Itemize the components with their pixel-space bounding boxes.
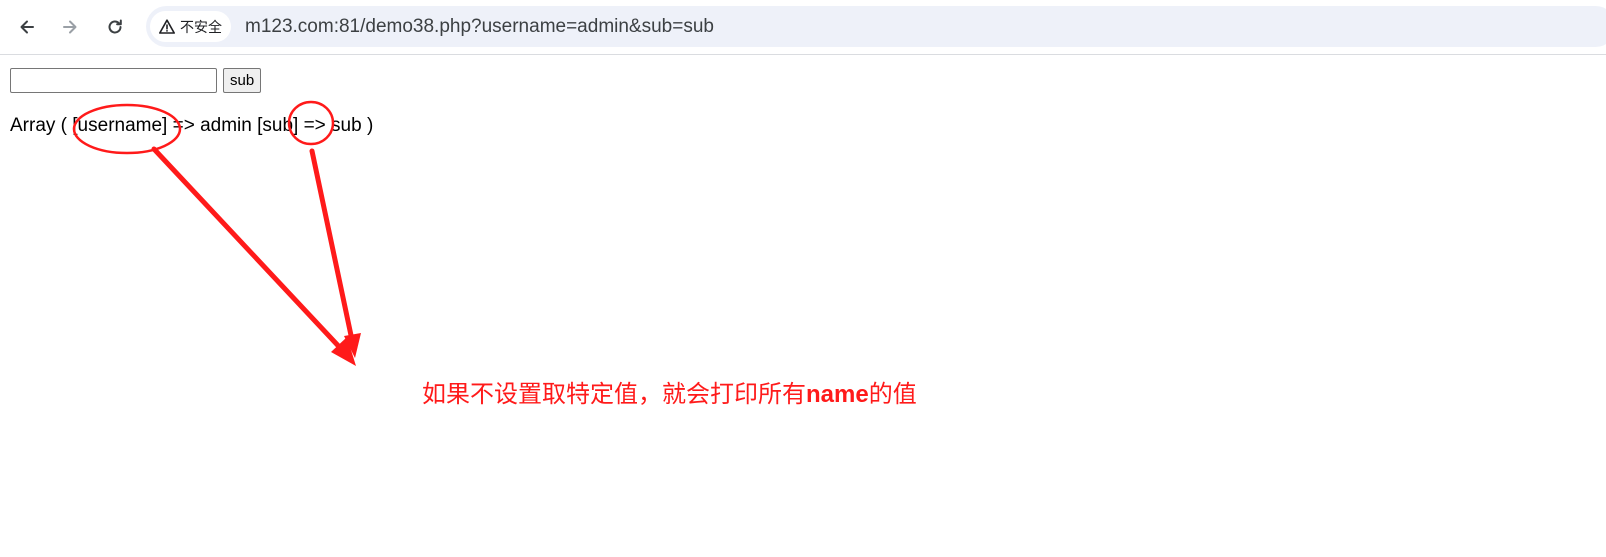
form: sub: [10, 68, 262, 93]
arrow-left-icon: [20, 20, 34, 34]
annotation-note-bold: name: [806, 381, 869, 408]
url-text[interactable]: m123.com:81/demo38.php?username=admin&su…: [245, 16, 714, 38]
security-chip[interactable]: 不安全: [150, 11, 231, 42]
forward-button[interactable]: [52, 9, 88, 45]
annotation-note: 如果不设置取特定值，就会打印所有name的值: [422, 374, 917, 409]
reload-icon: [108, 19, 122, 34]
back-button[interactable]: [9, 9, 45, 45]
annotation-note-suffix: 的值: [868, 380, 917, 408]
arrow-right-icon: [63, 20, 77, 34]
annotation-note-prefix: 如果不设置取特定值，就会打印所有: [422, 380, 806, 408]
reload-button[interactable]: [97, 9, 133, 45]
security-label: 不安全: [180, 18, 222, 35]
array-output: Array ( [username] => admin [sub] => sub…: [10, 115, 374, 136]
page-content: sub Array ( [username] => admin [sub] =>…: [0, 55, 1606, 557]
address-bar[interactable]: 不安全 m123.com:81/demo38.php?username=admi…: [146, 6, 1606, 47]
warning-triangle-icon: [159, 18, 175, 34]
username-input[interactable]: [10, 68, 217, 93]
sub-button[interactable]: sub: [223, 68, 262, 93]
browser-toolbar: 不安全 m123.com:81/demo38.php?username=admi…: [0, 0, 1606, 55]
